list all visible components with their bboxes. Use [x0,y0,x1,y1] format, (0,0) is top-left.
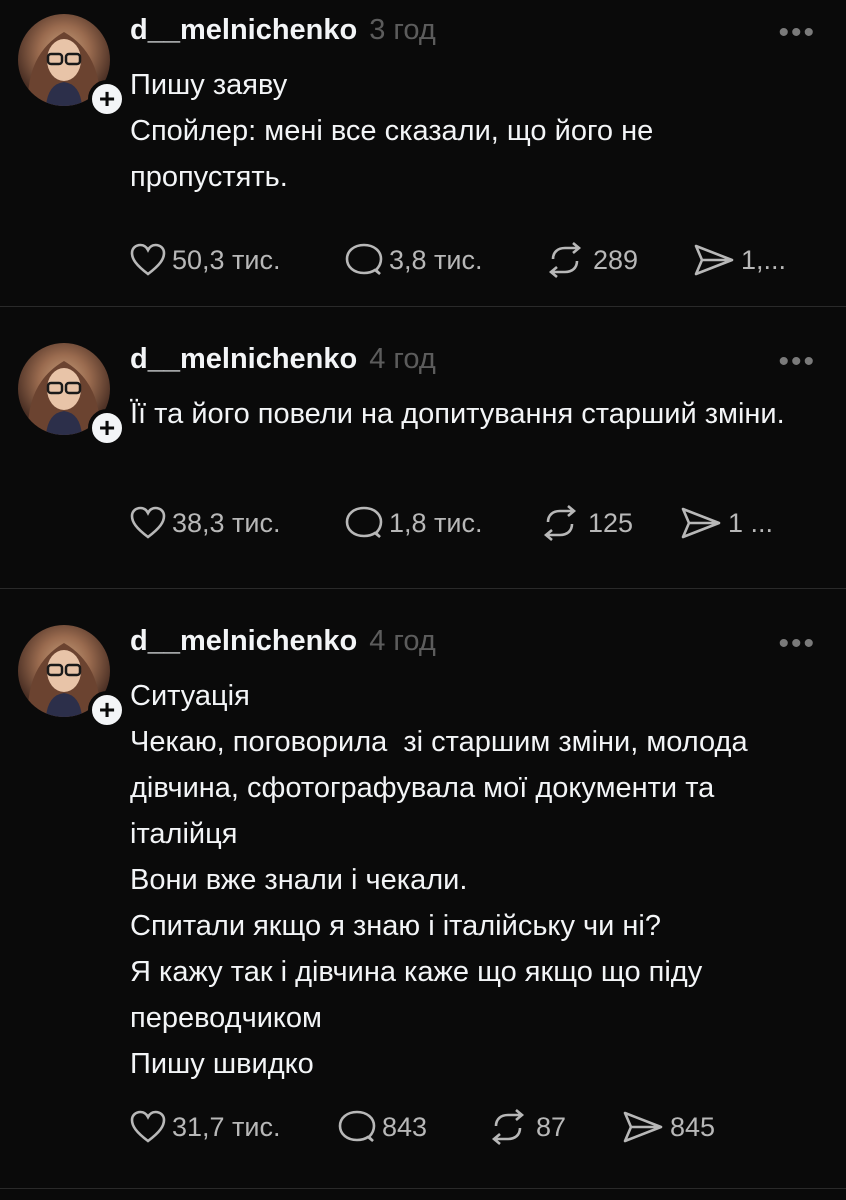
comment-bubble-icon [338,1110,376,1143]
follow-plus-icon[interactable]: + [88,691,126,729]
share-button[interactable]: 1 ... [680,506,773,540]
thread-post[interactable]: + d__melnichenko 3 год ••• Пишу заяву Сп… [0,0,846,307]
post-actions: 50,3 тис. 3,8 тис. 289 1,... [130,236,786,284]
comment-button[interactable]: 843 [338,1110,486,1144]
post-content: d__melnichenko 4 год ••• Ситуація Чекаю,… [130,625,816,1145]
like-button[interactable]: 31,7 тис. [130,1110,338,1144]
post-actions: 31,7 тис. 843 87 845 [130,1103,715,1151]
post-time: 3 год [369,14,436,46]
send-icon [623,1111,663,1143]
share-button[interactable]: 845 [622,1110,715,1144]
more-options-icon[interactable]: ••• [778,16,816,50]
repost-count: 87 [536,1111,567,1142]
avatar-container[interactable]: + [18,14,126,118]
comment-count: 1,8 тис. [389,507,483,538]
avatar-container[interactable]: + [18,625,126,729]
repost-count: 125 [588,507,634,538]
thread-post[interactable]: + d__melnichenko 4 год ••• Ситуація Чека… [0,589,846,1189]
username[interactable]: d__melnichenko [130,14,357,47]
like-count: 50,3 тис. [172,244,281,275]
post-text: Пишу заяву Спойлер: мені все сказали, що… [130,69,654,193]
post-time: 4 год [369,343,436,375]
send-icon [694,244,734,276]
comment-count: 3,8 тис. [389,244,483,275]
post-header: d__melnichenko 4 год ••• [130,625,816,673]
post-content: d__melnichenko 4 год ••• Її та його пове… [130,343,816,541]
repost-count: 289 [593,244,639,275]
post-content: d__melnichenko 3 год ••• Пишу заяву Спой… [130,14,816,278]
username[interactable]: d__melnichenko [130,343,357,376]
like-count: 31,7 тис. [172,1111,281,1142]
comment-count: 843 [382,1111,428,1142]
share-count: 1 ... [728,507,774,538]
post-text: Ситуація Чекаю, поговорила зі старшим зм… [130,680,748,1080]
repost-button[interactable]: 87 [486,1109,622,1145]
more-options-icon[interactable]: ••• [778,345,816,379]
repost-arrows-icon [543,505,577,541]
thread-post[interactable]: + d__melnichenko 4 год ••• Її та його по… [0,307,846,589]
post-time: 4 год [369,625,436,657]
like-count: 38,3 тис. [172,507,281,538]
post-header: d__melnichenko 3 год ••• [130,14,816,62]
share-button[interactable]: 1,... [693,243,786,277]
post-actions: 38,3 тис. 1,8 тис. 125 1 ... [130,499,773,547]
repost-arrows-icon [548,242,582,278]
follow-plus-icon[interactable]: + [88,80,126,118]
threads-feed: + d__melnichenko 3 год ••• Пишу заяву Сп… [0,0,846,1200]
like-button[interactable]: 38,3 тис. [130,506,345,540]
heart-icon [130,243,166,276]
share-count: 1,... [741,244,787,275]
more-options-icon[interactable]: ••• [778,627,816,661]
share-count: 845 [670,1111,716,1142]
post-header: d__melnichenko 4 год ••• [130,343,816,391]
repost-button[interactable]: 289 [543,242,693,278]
like-button[interactable]: 50,3 тис. [130,243,345,277]
heart-icon [130,1110,166,1143]
avatar-container[interactable]: + [18,343,126,447]
username[interactable]: d__melnichenko [130,625,357,658]
send-icon [681,507,721,539]
comment-button[interactable]: 1,8 тис. [345,506,538,540]
comment-button[interactable]: 3,8 тис. [345,243,543,277]
follow-plus-icon[interactable]: + [88,409,126,447]
comment-bubble-icon [345,243,383,276]
repost-arrows-icon [491,1109,525,1145]
comment-bubble-icon [345,506,383,539]
repost-button[interactable]: 125 [538,505,680,541]
heart-icon [130,506,166,539]
post-text: Її та його повели на допитування старший… [130,398,785,430]
